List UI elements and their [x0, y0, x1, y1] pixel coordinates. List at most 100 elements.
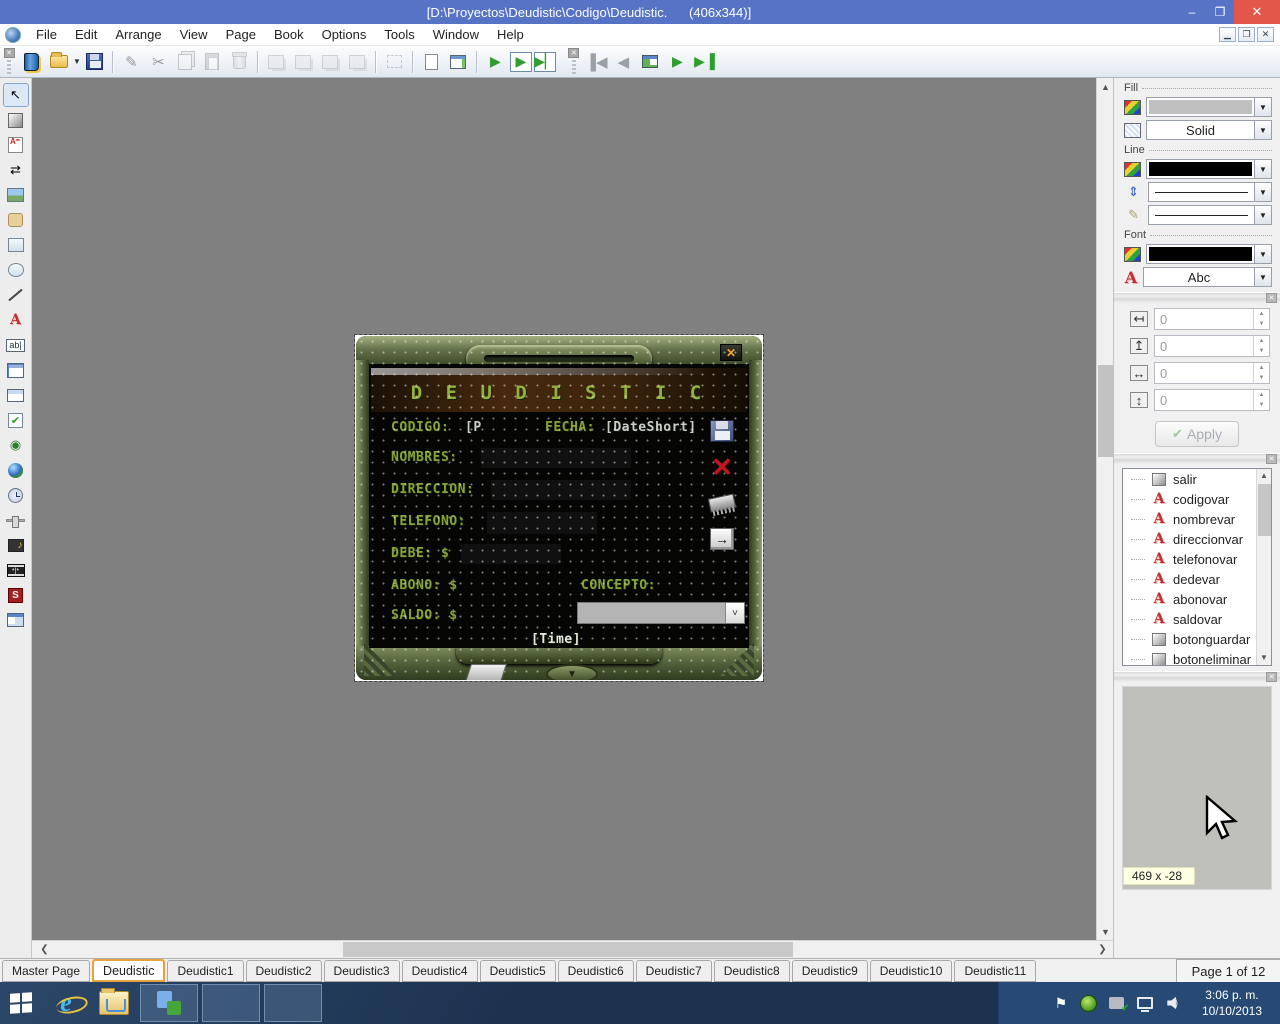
width-spinner-input[interactable]: 0▲▼	[1154, 362, 1270, 384]
combobox-dropdown-icon[interactable]: ˅	[725, 603, 744, 623]
save-book-icon[interactable]	[82, 49, 107, 74]
menu-options[interactable]: Options	[313, 25, 376, 44]
toolbar-close-icon[interactable]: ✕	[4, 48, 15, 58]
dropdown-arrow-icon[interactable]: ▼	[1254, 121, 1271, 139]
scroll-down-icon[interactable]: ▼	[1257, 651, 1271, 665]
dropdown-arrow-icon[interactable]: ▼	[1254, 268, 1271, 286]
fill-style-icon[interactable]	[1124, 123, 1141, 138]
action-center-flag-icon[interactable]: ⚑	[1052, 994, 1070, 1012]
child-restore-button[interactable]: ❐	[1238, 27, 1255, 42]
running-app-button-2[interactable]	[202, 984, 260, 1022]
spin-up-icon[interactable]: ▲	[1254, 390, 1269, 400]
page-tab-deudistic7[interactable]: Deudistic7	[636, 960, 712, 982]
object-item-telefonovar[interactable]: Atelefonovar	[1123, 549, 1256, 569]
tool-ellipse[interactable]	[3, 258, 29, 282]
tool-radio-button[interactable]: ◉	[3, 433, 29, 457]
horizontal-scroll-thumb[interactable]	[343, 942, 793, 957]
page-tab-deudistic10[interactable]: Deudistic10	[870, 960, 953, 982]
tool-media-player[interactable]: ♪	[3, 533, 29, 557]
canvas-horizontal-scrollbar[interactable]: ❮ ❯	[32, 940, 1113, 958]
menu-book[interactable]: Book	[265, 25, 313, 44]
form-chip-button[interactable]	[707, 490, 737, 516]
nombres-field[interactable]	[481, 448, 631, 468]
master-page-icon[interactable]	[638, 49, 663, 74]
file-explorer-button[interactable]	[97, 982, 131, 1024]
menu-file[interactable]: File	[27, 25, 66, 44]
panel-close-icon[interactable]: ✕	[1266, 293, 1277, 303]
page-tab-deudistic[interactable]: Deudistic	[92, 959, 165, 982]
last-page-icon[interactable]: ▶▐	[692, 49, 717, 74]
panel-splitter[interactable]: ✕	[1114, 292, 1280, 303]
tool-container[interactable]	[3, 608, 29, 632]
tool-text[interactable]: A	[3, 308, 29, 332]
page-tab-deudistic3[interactable]: Deudistic3	[324, 960, 400, 982]
object-item-nombrevar[interactable]: Anombrevar	[1123, 509, 1256, 529]
object-item-botoneliminar[interactable]: botoneliminar	[1123, 649, 1256, 665]
form-delete-button[interactable]: ✕	[707, 454, 737, 480]
spin-down-icon[interactable]: ▼	[1254, 373, 1269, 383]
object-item-saldovar[interactable]: Asaldovar	[1123, 609, 1256, 629]
direccion-field[interactable]	[491, 480, 631, 500]
line-width-icon[interactable]: ⇕	[1124, 184, 1143, 201]
form-close-button[interactable]: ✕	[720, 344, 742, 361]
minimize-button[interactable]: –	[1178, 0, 1206, 24]
run-book-icon[interactable]: ▶	[483, 49, 508, 74]
page-tab-deudistic11[interactable]: Deudistic11	[954, 960, 1036, 982]
font-face-dropdown[interactable]: Abc ▼	[1143, 267, 1272, 287]
page-tab-deudistic4[interactable]: Deudistic4	[402, 960, 478, 982]
open-dropdown-icon[interactable]: ▼	[73, 57, 81, 66]
line-color-palette-icon[interactable]	[1124, 162, 1141, 177]
page-tab-deudistic2[interactable]: Deudistic2	[246, 960, 322, 982]
running-app-button-3[interactable]	[264, 984, 322, 1022]
network-icon[interactable]	[1136, 994, 1154, 1012]
page-properties-icon[interactable]	[446, 49, 471, 74]
open-book-icon[interactable]	[46, 49, 71, 74]
line-style-pen-icon[interactable]: ✎	[1124, 207, 1143, 224]
line-style-dropdown[interactable]: ▼	[1148, 205, 1272, 225]
vertical-scroll-thumb[interactable]	[1098, 365, 1113, 457]
new-page-icon[interactable]	[419, 49, 444, 74]
canvas-vertical-scrollbar[interactable]: ▲ ▼	[1096, 78, 1113, 940]
tool-combobox[interactable]	[3, 383, 29, 407]
panel-close-icon[interactable]: ✕	[1266, 454, 1277, 464]
design-canvas[interactable]: ▼ D E U D I S T I C CODIGO: [P FECHA: [D…	[32, 78, 1096, 940]
toolbar-handle[interactable]: ✕	[2, 48, 16, 76]
object-item-salir[interactable]: salir	[1123, 469, 1256, 489]
scroll-up-icon[interactable]: ▲	[1257, 469, 1271, 483]
menu-edit[interactable]: Edit	[66, 25, 106, 44]
spin-up-icon[interactable]: ▲	[1254, 363, 1269, 373]
concepto-combobox[interactable]: ˅	[577, 602, 745, 624]
dropdown-arrow-icon[interactable]: ▼	[1254, 183, 1271, 201]
x-position-spinner-input[interactable]: 0▲▼	[1154, 308, 1270, 330]
tool-animation[interactable]: *|*	[3, 558, 29, 582]
apply-button[interactable]: ✔ Apply	[1155, 421, 1239, 447]
object-item-abonovar[interactable]: Aabonovar	[1123, 589, 1256, 609]
tool-style-object[interactable]	[3, 108, 29, 132]
fill-color-dropdown[interactable]: ▼	[1146, 97, 1272, 117]
panel-close-icon[interactable]: ✕	[1266, 672, 1277, 682]
child-close-button[interactable]: ✕	[1257, 27, 1274, 42]
line-width-dropdown[interactable]: ▼	[1148, 182, 1272, 202]
dropdown-arrow-icon[interactable]: ▼	[1254, 206, 1271, 224]
tool-flash[interactable]: S	[3, 583, 29, 607]
spin-down-icon[interactable]: ▼	[1254, 346, 1269, 356]
previous-page-icon[interactable]: ◀	[611, 49, 636, 74]
volume-icon[interactable]: ⟩	[1164, 994, 1182, 1012]
height-spinner-input[interactable]: 0▲▼	[1154, 389, 1270, 411]
menu-page[interactable]: Page	[217, 25, 265, 44]
dropdown-arrow-icon[interactable]: ▼	[1254, 160, 1271, 178]
menu-view[interactable]: View	[171, 25, 217, 44]
tool-select-pointer[interactable]: ↖	[3, 83, 29, 107]
tool-import-text[interactable]: ⇄	[3, 158, 29, 182]
first-page-icon[interactable]: ▐◀	[584, 49, 609, 74]
panel-splitter[interactable]: ✕	[1114, 671, 1280, 682]
spin-down-icon[interactable]: ▼	[1254, 400, 1269, 410]
toolbar-handle[interactable]: ✕	[567, 48, 581, 76]
new-book-icon[interactable]	[19, 49, 44, 74]
y-position-spinner-input[interactable]: 0▲▼	[1154, 335, 1270, 357]
form-save-button[interactable]	[707, 418, 737, 444]
scroll-right-icon[interactable]: ❯	[1094, 941, 1111, 958]
antivirus-icon[interactable]	[1080, 994, 1098, 1012]
line-color-dropdown[interactable]: ▼	[1146, 159, 1272, 179]
internet-explorer-button[interactable]: e	[49, 982, 83, 1024]
